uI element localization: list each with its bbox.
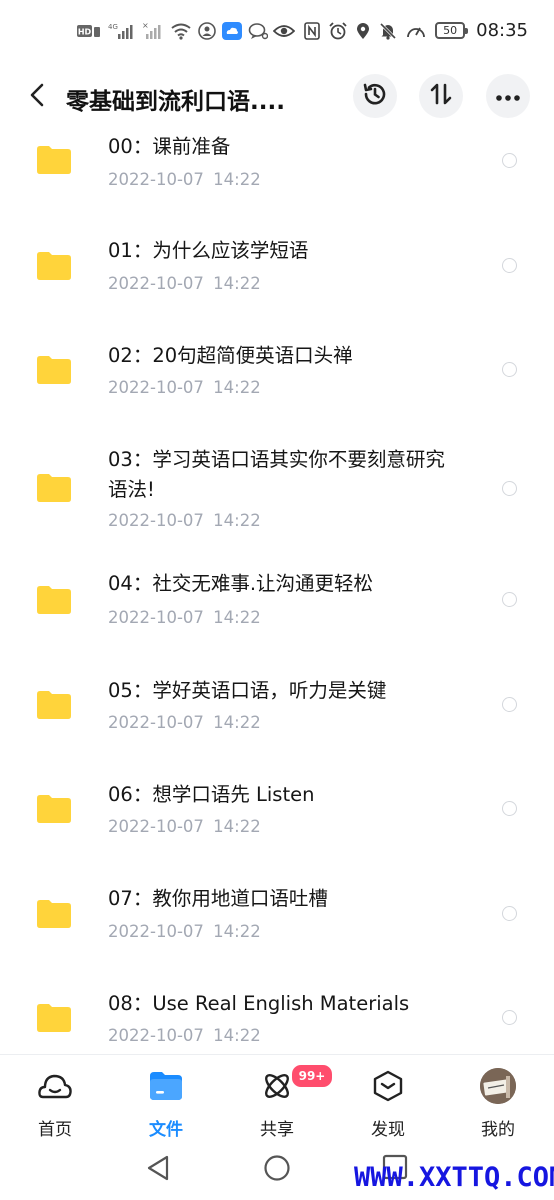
home-icon (38, 1069, 72, 1103)
folder-icon (37, 474, 71, 502)
status-bar: HD 4G × 50 08:35 (0, 0, 554, 68)
notification-badge: 99+ (290, 1063, 334, 1089)
file-date: 2022-10-07 14:22 (108, 713, 261, 732)
history-button[interactable] (353, 74, 397, 118)
list-item[interactable]: 04：社交无难事.让沟通更轻松 2022-10-07 14:22 (0, 569, 554, 674)
back-button[interactable] (20, 80, 54, 114)
file-date: 2022-10-07 14:22 (108, 378, 261, 397)
file-date: 2022-10-07 14:22 (108, 1026, 261, 1045)
clock-time: 08:35 (476, 20, 528, 41)
cloud-icon (222, 22, 242, 40)
folder-icon (37, 146, 71, 174)
folder-icon (149, 1069, 183, 1103)
nfc-icon (304, 21, 320, 40)
file-list: 00：课前准备 2022-10-07 14:22 01：为什么应该学短语 202… (0, 128, 554, 1054)
file-date: 2022-10-07 14:22 (108, 922, 261, 941)
select-checkbox[interactable] (502, 906, 517, 921)
status-right-icons: 50 08:35 (273, 20, 528, 41)
nav-item-share[interactable]: 99+ 共享 (232, 1055, 334, 1143)
select-checkbox[interactable] (502, 258, 517, 273)
select-checkbox[interactable] (502, 801, 517, 816)
system-back-button[interactable] (145, 1154, 171, 1186)
speed-icon (406, 22, 426, 40)
nav-label-home: 首页 (38, 1120, 72, 1140)
nav-item-files[interactable]: 文件 (121, 1055, 211, 1143)
signal-icon: 4G (108, 22, 136, 40)
chat-icon (248, 22, 268, 40)
folder-icon (37, 586, 71, 614)
watermark-text: WWW.XXTTQ.COM (354, 1162, 554, 1193)
file-date: 2022-10-07 14:22 (108, 274, 261, 293)
list-item[interactable]: 03：学习英语口语其实你不要刻意研究语法! 2022-10-07 14:22 (0, 441, 554, 569)
alarm-icon (329, 21, 347, 40)
file-date: 2022-10-07 14:22 (108, 511, 261, 530)
list-item[interactable]: 06：想学口语先 Listen 2022-10-07 14:22 (0, 778, 554, 883)
sort-icon (428, 81, 454, 111)
list-item[interactable]: 05：学好英语口语，听力是关键 2022-10-07 14:22 (0, 674, 554, 778)
file-name: 01：为什么应该学短语 (108, 239, 309, 262)
nav-item-home[interactable]: 首页 (10, 1055, 100, 1143)
file-name: 07：教你用地道口语吐槽 (108, 887, 328, 910)
select-checkbox[interactable] (502, 697, 517, 712)
eye-icon (273, 23, 296, 39)
file-name: 05：学好英语口语，听力是关键 (108, 679, 387, 702)
bottom-nav: 首页 文件 99+ 共享 发现 我的 (0, 1054, 554, 1143)
nav-label-discover: 发现 (371, 1120, 405, 1140)
select-checkbox[interactable] (502, 481, 517, 496)
nav-item-discover[interactable]: 发现 (343, 1055, 433, 1143)
sort-button[interactable] (419, 74, 463, 118)
location-icon (356, 22, 370, 40)
svg-text:HD: HD (78, 28, 92, 37)
nav-label-files: 文件 (149, 1120, 183, 1140)
battery-indicator: 50 (435, 22, 469, 39)
system-home-button[interactable] (263, 1154, 291, 1186)
svg-text:×: × (142, 22, 149, 30)
select-checkbox[interactable] (502, 362, 517, 377)
nav-label-share: 共享 (260, 1120, 294, 1140)
folder-icon (37, 252, 71, 280)
file-name: 02：20句超简便英语口头禅 (108, 344, 353, 367)
more-icon (495, 87, 521, 106)
folder-icon (37, 1004, 71, 1032)
select-checkbox[interactable] (502, 1010, 517, 1025)
list-item[interactable]: 08：Use Real English Materials 2022-10-07… (0, 987, 554, 1054)
file-name: 04：社交无难事.让沟通更轻松 (108, 572, 374, 595)
svg-text:4G: 4G (108, 23, 118, 31)
nav-item-mine[interactable]: 我的 (453, 1055, 543, 1143)
wifi-icon (170, 22, 192, 40)
file-date: 2022-10-07 14:22 (108, 817, 261, 836)
avatar (480, 1068, 516, 1104)
back-icon (29, 83, 45, 111)
file-name: 08：Use Real English Materials (108, 992, 410, 1015)
folder-icon (37, 691, 71, 719)
share-icon (260, 1069, 294, 1103)
list-item[interactable]: 00：课前准备 2022-10-07 14:22 (0, 128, 554, 232)
discover-icon (371, 1069, 405, 1103)
nav-label-mine: 我的 (481, 1120, 515, 1140)
list-item[interactable]: 07：教你用地道口语吐槽 2022-10-07 14:22 (0, 883, 554, 987)
list-item[interactable]: 02：20句超简便英语口头禅 2022-10-07 14:22 (0, 336, 554, 441)
hd-icon: HD (76, 23, 102, 39)
signal-icon: × (142, 22, 164, 40)
file-name: 03：学习英语口语其实你不要刻意研究语法! (108, 448, 445, 501)
mute-icon (379, 22, 397, 40)
shield-icon (198, 22, 216, 40)
select-checkbox[interactable] (502, 592, 517, 607)
file-date: 2022-10-07 14:22 (108, 170, 261, 189)
file-date: 2022-10-07 14:22 (108, 608, 261, 627)
select-checkbox[interactable] (502, 153, 517, 168)
file-name: 00：课前准备 (108, 135, 231, 158)
folder-icon (37, 900, 71, 928)
more-button[interactable] (486, 74, 530, 118)
list-item[interactable]: 01：为什么应该学短语 2022-10-07 14:22 (0, 232, 554, 336)
history-icon (361, 80, 389, 112)
page-title: 零基础到流利口语.... (66, 89, 285, 115)
folder-icon (37, 795, 71, 823)
file-name: 06：想学口语先 Listen (108, 783, 315, 806)
status-left-icons: HD 4G × (76, 22, 268, 40)
header: 零基础到流利口语.... (0, 68, 554, 128)
folder-icon (37, 356, 71, 384)
